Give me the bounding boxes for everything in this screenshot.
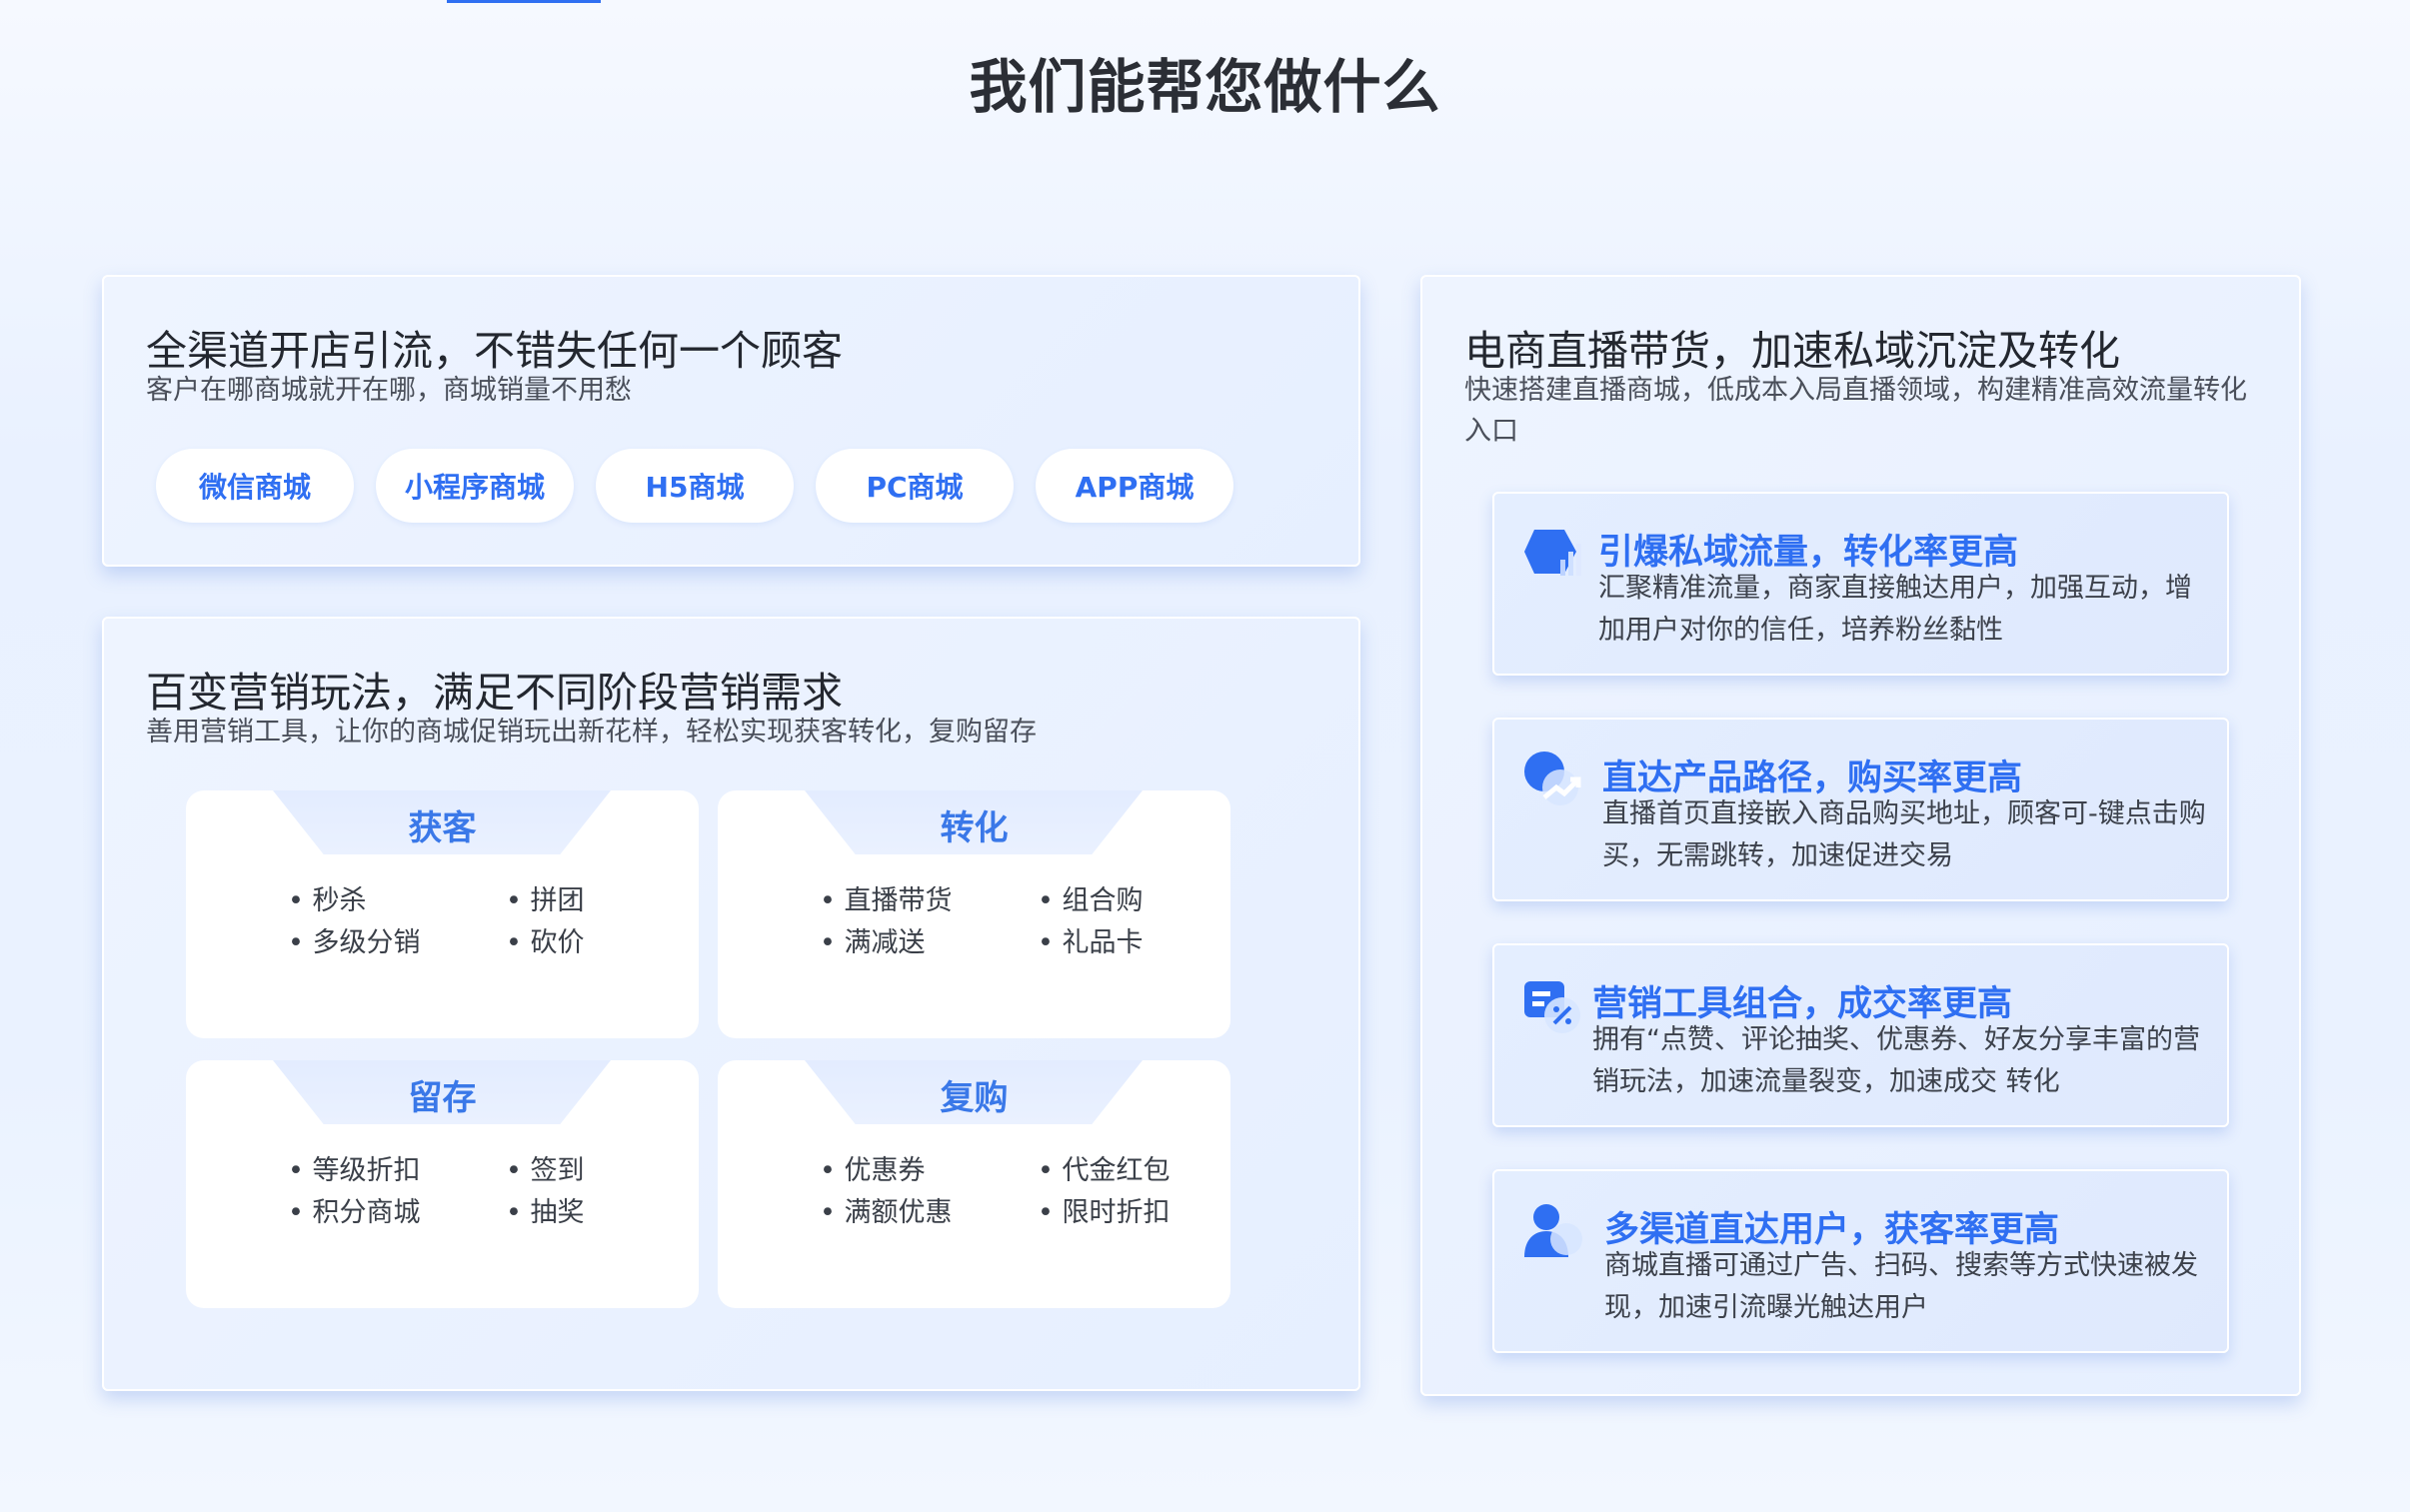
top-accent-bar <box>447 0 601 3</box>
marketing-card-subtitle: 善用营销工具，让你的商城促销玩出新花样，轻松实现获客转化，复购留存 <box>146 717 1037 748</box>
tile-item: • 等级折扣 <box>288 1155 421 1186</box>
tile-repurchase: 复购 • 优惠券 • 代金红包 • 满额优惠 • 限时折扣 <box>718 1060 1230 1308</box>
tile-label: 留存 <box>408 1078 477 1118</box>
pill-app-mall[interactable]: APP商城 <box>1036 449 1233 523</box>
tile-item: • 满减送 <box>820 927 926 958</box>
channels-card: 全渠道开店引流，不错失任何一个顾客 客户在哪商城就开在哪，商城销量不用愁 微信商… <box>102 275 1360 567</box>
tile-item: • 多级分销 <box>288 927 421 958</box>
pill-mini-program-mall[interactable]: 小程序商城 <box>376 449 574 523</box>
pill-h5-mall[interactable]: H5商城 <box>596 449 794 523</box>
channels-card-subtitle: 客户在哪商城就开在哪，商城销量不用愁 <box>146 375 632 406</box>
tile-acquisition: 获客 • 秒杀 • 拼团 • 多级分销 • 砍价 <box>186 790 699 1038</box>
trend-up-icon <box>1524 752 1581 805</box>
channels-card-title: 全渠道开店引流，不错失任何一个顾客 <box>146 327 843 375</box>
tile-item: • 直播带货 <box>820 885 953 916</box>
feature-direct-path: 直达产品路径，购买率更高 直播首页直接嵌入商品购买地址，顾客可-键点击购买，无需… <box>1492 718 2229 901</box>
feature-desc: 直播首页直接嵌入商品购买地址，顾客可-键点击购买，无需跳转，加速促进交易 <box>1602 798 2206 871</box>
tile-retention: 留存 • 等级折扣 • 签到 • 积分商城 • 抽奖 <box>186 1060 699 1308</box>
live-card-title: 电商直播带货，加速私域沉淀及转化 <box>1464 327 2120 375</box>
marketing-card: 百变营销玩法，满足不同阶段营销需求 善用营销工具，让你的商城促销玩出新花样，轻松… <box>102 617 1360 1391</box>
tile-item: • 优惠券 <box>820 1155 926 1186</box>
tile-item: • 代金红包 <box>1038 1155 1171 1186</box>
discount-ticket-icon <box>1524 981 1580 1033</box>
user-icon <box>1524 1204 1582 1257</box>
feature-multi-channel: 多渠道直达用户，获客率更高 商城直播可通过广告、扫码、搜索等方式快速被发现，加速… <box>1492 1169 2229 1353</box>
marketing-card-title: 百变营销玩法，满足不同阶段营销需求 <box>146 669 843 717</box>
tile-label: 转化 <box>940 808 1009 848</box>
tile-item: • 抽奖 <box>506 1197 585 1228</box>
feature-desc: 汇聚精准流量，商家直接触达用户，加强互动，增加用户对你的信任，培养粉丝黏性 <box>1598 573 2192 646</box>
live-card-subtitle: 快速搭建直播商城，低成本入局直播领域，构建精准高效流量转化入口 <box>1464 375 2247 447</box>
feature-desc: 商城直播可通过广告、扫码、搜索等方式快速被发现，加速引流曝光触达用户 <box>1604 1250 2198 1323</box>
feature-desc: 拥有“点赞、评论抽奖、优惠券、好友分享丰富的营销玩法，加速流量裂变，加速成交 转… <box>1592 1024 2200 1097</box>
tile-item: • 组合购 <box>1038 885 1144 916</box>
tile-item: • 拼团 <box>506 885 585 916</box>
feature-private-traffic: 引爆私域流量，转化率更高 汇聚精准流量，商家直接触达用户，加强互动，增加用户对你… <box>1492 492 2229 676</box>
pill-pc-mall[interactable]: PC商城 <box>816 449 1014 523</box>
tile-item: • 积分商城 <box>288 1197 421 1228</box>
live-commerce-card: 电商直播带货，加速私域沉淀及转化 快速搭建直播商城，低成本入局直播领域，构建精准… <box>1420 275 2301 1396</box>
tile-item: • 签到 <box>506 1155 585 1186</box>
tile-item: • 限时折扣 <box>1038 1197 1171 1228</box>
pill-wechat-mall[interactable]: 微信商城 <box>156 449 354 523</box>
tile-item: • 满额优惠 <box>820 1197 953 1228</box>
feature-marketing-tools: 营销工具组合，成交率更高 拥有“点赞、评论抽奖、优惠券、好友分享丰富的营销玩法，… <box>1492 943 2229 1127</box>
traffic-chart-icon <box>1524 530 1581 576</box>
tile-item: • 秒杀 <box>288 885 367 916</box>
page-title: 我们能帮您做什么 <box>969 53 1441 121</box>
tile-item: • 礼品卡 <box>1038 927 1144 958</box>
tile-conversion: 转化 • 直播带货 • 组合购 • 满减送 • 礼品卡 <box>718 790 1230 1038</box>
tile-label: 获客 <box>408 808 477 848</box>
tile-label: 复购 <box>940 1078 1009 1118</box>
tile-item: • 砍价 <box>506 927 585 958</box>
